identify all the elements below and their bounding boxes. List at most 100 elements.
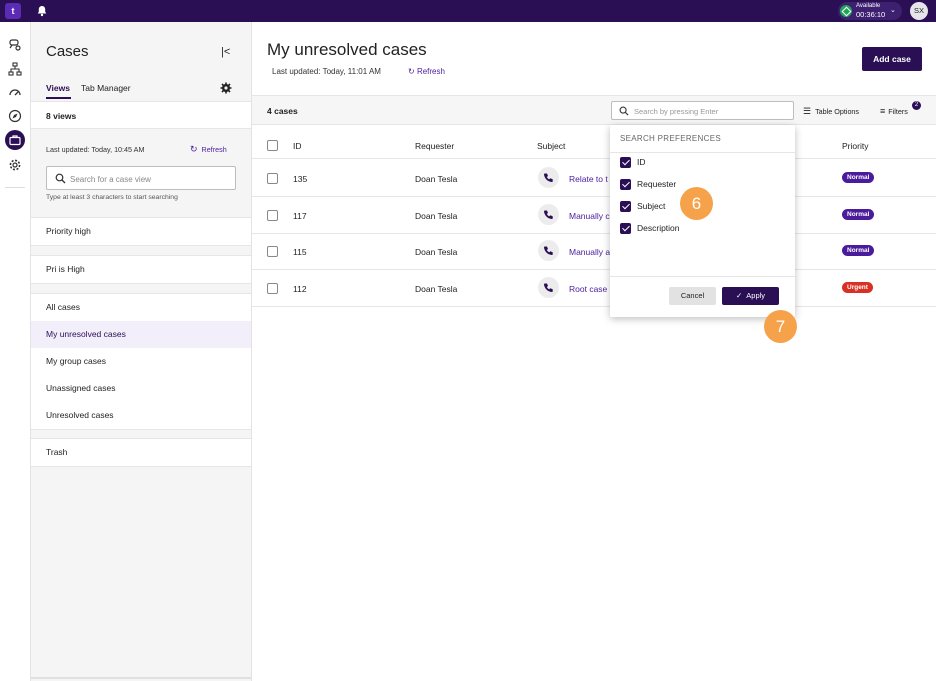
priority-badge: Normal xyxy=(842,209,875,220)
sliders-icon: ☰ xyxy=(803,106,812,116)
table-options-label: Table Options xyxy=(815,107,860,116)
add-case-button[interactable]: Add case xyxy=(862,47,922,71)
views-count: 8 views xyxy=(46,111,77,121)
page-title: My unresolved cases xyxy=(267,40,427,59)
case-requester: Doan Tesla xyxy=(415,174,458,184)
status-diamond-icon xyxy=(840,5,852,17)
column-header-id[interactable]: ID xyxy=(293,141,302,151)
priority-badge: Normal xyxy=(842,245,875,256)
column-header-subject[interactable]: Subject xyxy=(537,141,565,151)
priority-badge: Normal xyxy=(842,172,875,183)
column-header-requester[interactable]: Requester xyxy=(415,141,454,151)
view-item-priority-high[interactable]: Priority high xyxy=(31,218,251,245)
pref-option-label: Subject xyxy=(637,201,666,211)
priority-badge: Urgent xyxy=(842,282,873,293)
refresh-icon: ↻ xyxy=(408,67,415,76)
table-toolbar: 4 cases Search by pressing Enter ☰ Table … xyxy=(252,95,936,125)
view-item-all-cases[interactable]: All cases xyxy=(31,294,251,321)
view-item-pri-is-high[interactable]: Pri is High xyxy=(31,256,251,283)
search-icon xyxy=(55,173,66,184)
row-checkbox[interactable] xyxy=(267,283,278,294)
top-bar: t Available 00:36:10 ⌄ SX xyxy=(0,0,936,22)
avatar[interactable]: SX xyxy=(910,2,928,20)
gear-icon[interactable] xyxy=(220,82,232,94)
tab-tab-manager[interactable]: Tab Manager xyxy=(81,83,131,93)
filters-label: Filters xyxy=(888,107,908,116)
filter-icon: ≡ xyxy=(880,106,886,116)
filters-button[interactable]: ≡ Filters xyxy=(880,106,908,116)
case-count: 4 cases xyxy=(267,106,298,116)
view-item-unresolved-cases[interactable]: Unresolved cases xyxy=(31,402,251,429)
compass-icon[interactable] xyxy=(5,106,25,126)
chevron-down-icon: ⌄ xyxy=(890,7,896,14)
refresh-icon: ↻ xyxy=(190,144,198,154)
availability-status[interactable]: Available 00:36:10 ⌄ xyxy=(838,2,902,20)
row-checkbox[interactable] xyxy=(267,246,278,257)
table-row[interactable]: 117 Doan Tesla Manually c Normal xyxy=(252,197,936,234)
view-item-trash[interactable]: Trash xyxy=(31,439,251,466)
page-refresh-link[interactable]: ↻ Refresh xyxy=(408,67,445,76)
views-count-bar: 8 views xyxy=(31,101,251,129)
view-group-1: Priority high xyxy=(31,217,251,246)
sidebar-scrollbar[interactable] xyxy=(31,677,251,679)
case-id: 135 xyxy=(293,174,308,184)
view-search-input[interactable]: Search for a case view xyxy=(46,166,236,190)
bell-icon[interactable] xyxy=(35,4,49,18)
select-all-checkbox[interactable] xyxy=(267,140,278,151)
checked-checkbox[interactable] xyxy=(620,179,631,190)
cancel-button[interactable]: Cancel xyxy=(669,287,716,305)
dashboard-gauge-icon[interactable] xyxy=(5,82,25,102)
view-search-placeholder: Search for a case view xyxy=(70,175,151,184)
popup-footer-divider xyxy=(610,276,795,277)
view-item-my-unresolved-cases[interactable]: My unresolved cases xyxy=(31,321,251,348)
view-item-unassigned-cases[interactable]: Unassigned cases xyxy=(31,375,251,402)
row-checkbox[interactable] xyxy=(267,173,278,184)
case-subject-link[interactable]: Manually c xyxy=(569,211,613,221)
status-label: Available xyxy=(856,3,881,9)
settings-gear-icon[interactable] xyxy=(5,155,25,175)
tab-views[interactable]: Views xyxy=(46,83,70,93)
checked-checkbox[interactable] xyxy=(620,201,631,212)
popup-divider xyxy=(610,152,795,153)
filters-count-badge: 2 xyxy=(912,101,921,110)
case-id: 112 xyxy=(293,284,307,294)
table-row[interactable]: 135 Doan Tesla Relate to t Normal xyxy=(252,160,936,197)
page-refresh-label: Refresh xyxy=(416,67,445,76)
phone-icon xyxy=(538,167,559,188)
case-subject-link[interactable]: Manually a xyxy=(569,247,613,257)
table-header: ID Requester Subject Priority xyxy=(252,133,936,159)
table-row[interactable]: 112 Doan Tesla Root case Urgent xyxy=(252,270,936,307)
workflow-icon[interactable] xyxy=(5,59,25,79)
nav-rail xyxy=(0,22,31,681)
search-icon xyxy=(619,106,629,116)
column-header-priority[interactable]: Priority xyxy=(842,141,868,151)
apply-label: Apply xyxy=(746,291,766,300)
case-subject-link[interactable]: Relate to t xyxy=(569,174,613,184)
pref-option-label: Requester xyxy=(637,179,677,189)
case-search-input[interactable]: Search by pressing Enter xyxy=(611,101,794,120)
chat-bubbles-icon[interactable] xyxy=(5,35,25,55)
row-checkbox[interactable] xyxy=(267,210,278,221)
app-logo[interactable]: t xyxy=(5,3,21,19)
briefcase-icon[interactable] xyxy=(5,130,25,150)
case-subject-link[interactable]: Root case xyxy=(569,284,613,294)
case-id: 117 xyxy=(293,211,307,221)
checked-checkbox[interactable] xyxy=(620,223,631,234)
views-refresh-link[interactable]: ↻ Refresh xyxy=(190,144,227,155)
view-group-3: All cases My unresolved cases My group c… xyxy=(31,293,251,430)
view-item-my-group-cases[interactable]: My group cases xyxy=(31,348,251,375)
apply-button[interactable]: ✓ Apply xyxy=(722,287,779,305)
checked-checkbox[interactable] xyxy=(620,157,631,168)
table-options-button[interactable]: ☰ Table Options xyxy=(803,106,859,117)
views-last-updated: Last updated: Today, 10:45 AM xyxy=(46,145,145,154)
table-row[interactable]: 115 Doan Tesla Manually a Normal xyxy=(252,233,936,270)
collapse-panel-icon[interactable]: |< xyxy=(221,46,230,58)
active-tab-indicator xyxy=(46,97,71,99)
step-marker-6: 6 xyxy=(680,187,713,220)
pref-option-label: ID xyxy=(637,157,646,167)
phone-icon xyxy=(538,240,559,261)
main-panel: My unresolved cases Last updated: Today,… xyxy=(252,22,936,681)
phone-icon xyxy=(538,204,559,225)
view-group-4: Trash xyxy=(31,438,251,467)
step-marker-7: 7 xyxy=(764,310,797,343)
